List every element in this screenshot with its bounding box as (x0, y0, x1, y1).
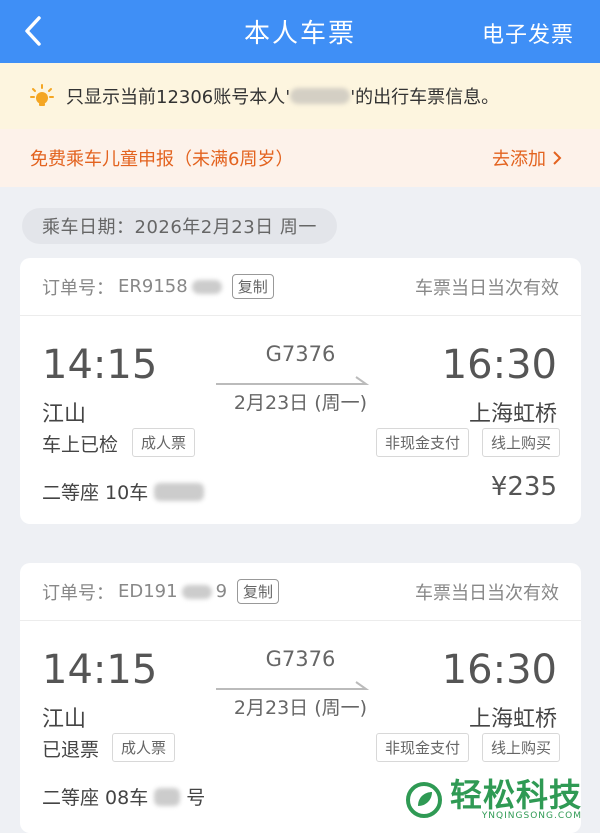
redacted-order (191, 279, 222, 294)
copy-button[interactable]: 复制 (237, 579, 280, 604)
channel-tag: 线上购买 (482, 428, 561, 457)
arrival-station: 上海虹桥 (468, 402, 557, 427)
ticket-status: 已退票 (42, 739, 100, 761)
seat-label: 二等座 08车 (42, 787, 149, 809)
arrival-station: 上海虹桥 (468, 707, 557, 732)
leaf-logo-icon (405, 782, 442, 818)
ticket-route: 14:15 G7376 16:30 江山 2月23日 (周一) 上海虹桥 (20, 316, 581, 427)
seat-suffix: 号 (186, 787, 206, 809)
order-label: 订单号： (42, 277, 114, 299)
order-number: 订单号： ER9158 复制 (42, 274, 274, 300)
back-button[interactable] (18, 14, 48, 48)
payment-tag: 非现金支付 (376, 733, 470, 762)
channel-tag: 线上购买 (482, 733, 561, 762)
seat-info: 二等座 10车 (42, 478, 205, 505)
notice-suffix: '的出行车票信息。 (350, 87, 500, 108)
ticket-status: 车上已检 (42, 434, 119, 456)
top-nav-bar: 本人车票 电子发票 (0, 0, 600, 63)
validity-text: 车票当日当次有效 (415, 277, 559, 299)
ticket-price: ¥235 (490, 472, 557, 502)
order-no: ER9158 (118, 276, 188, 297)
add-child-label: 去添加 (492, 149, 546, 170)
ticket-route: 14:15 G7376 16:30 江山 2月23日 (周一) 上海虹桥 (20, 621, 581, 732)
order-suffix: 9 (215, 581, 228, 602)
watermark-text: 轻松科技 (449, 776, 582, 814)
travel-date-chip: 乘车日期：2026年2月23日 周一 (22, 208, 337, 244)
lightbulb-icon (30, 84, 54, 108)
chevron-right-icon (553, 151, 562, 165)
ticket-card-header: 订单号： ER9158 复制 车票当日当次有效 (20, 258, 581, 316)
redacted-seat (154, 787, 181, 806)
ticket-card-header: 订单号： ED191 9 复制 车票当日当次有效 (20, 563, 581, 621)
notice-prefix: 只显示当前12306账号本人' (66, 87, 291, 108)
seat-label: 二等座 10车 (42, 482, 149, 504)
copy-button[interactable]: 复制 (231, 274, 274, 299)
page-title: 本人车票 (243, 19, 356, 49)
order-number: 订单号： ED191 9 复制 (42, 579, 280, 605)
add-child-link[interactable]: 去添加 (492, 145, 562, 171)
redacted-name (290, 88, 351, 104)
order-label: 订单号： (42, 582, 114, 604)
ticket-type-tag: 成人票 (132, 428, 196, 457)
arrival-time: 16:30 (441, 647, 557, 693)
site-watermark: 轻松科技 YNQINGSONG.COM (404, 779, 582, 821)
arrival-time: 16:30 (441, 342, 557, 388)
redacted-seat (154, 482, 205, 501)
ticket-status-row: 车上已检 成人票 非现金支付 线上购买 (20, 426, 581, 464)
redacted-order (181, 584, 212, 599)
ticket-status-row: 已退票 成人票 非现金支付 线上购买 (20, 731, 581, 769)
e-invoice-link[interactable]: 电子发票 (482, 17, 574, 49)
seat-price-row: 二等座 10车 ¥235 (20, 464, 581, 514)
validity-text: 车票当日当次有效 (415, 582, 559, 604)
payment-tag: 非现金支付 (376, 428, 470, 457)
route-arrow-icon (216, 681, 370, 690)
seat-info: 二等座 08车 号 (42, 783, 205, 810)
ticket-card[interactable]: 订单号： ER9158 复制 车票当日当次有效 14:15 G7376 16:3… (20, 258, 581, 524)
ticket-type-tag: 成人票 (112, 733, 176, 762)
account-notice-banner: 只显示当前12306账号本人' '的出行车票信息。 (0, 63, 600, 129)
child-report-label: 免费乘车儿童申报（未满6周岁） (30, 149, 294, 170)
route-arrow-icon (216, 376, 370, 385)
order-no: ED191 (118, 581, 178, 602)
child-report-bar[interactable]: 免费乘车儿童申报（未满6周岁） 去添加 (0, 129, 600, 187)
chevron-left-icon (25, 16, 41, 46)
